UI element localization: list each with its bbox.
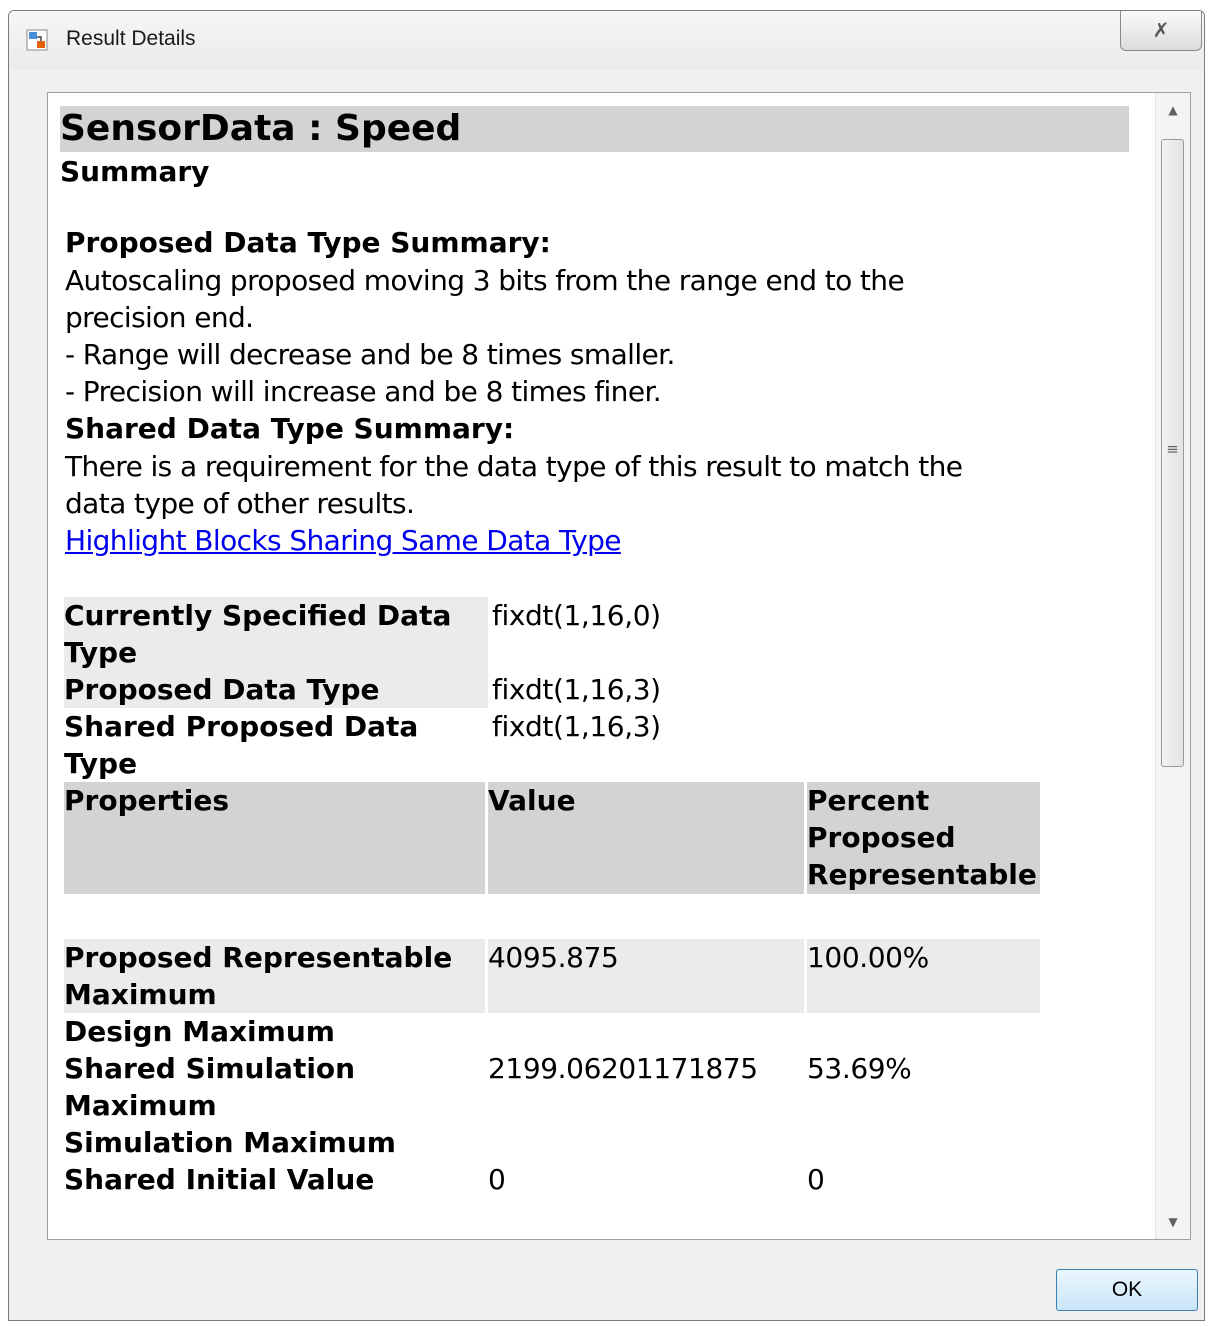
property-name: Shared Simulation Maximum (64, 1052, 356, 1122)
property-percent: 53.69% (807, 1052, 912, 1085)
ok-button[interactable]: OK (1056, 1269, 1198, 1311)
property-percent: 100.00% (807, 939, 1040, 1013)
property-name: Simulation Maximum (64, 1126, 396, 1159)
scroll-down-arrow-icon[interactable]: ▼ (1156, 1205, 1190, 1239)
type-value: fixdt(1,16,3) (492, 673, 661, 706)
property-value: 2199.06201171875 (488, 1052, 758, 1085)
property-value (488, 1124, 804, 1161)
property-value: 4095.875 (488, 939, 804, 1013)
property-name: Proposed Representable Maximum (64, 939, 485, 1013)
property-value (488, 1013, 804, 1050)
type-value: fixdt(1,16,0) (492, 599, 661, 632)
proposed-summary-title: Proposed Data Type Summary: (65, 226, 551, 259)
close-icon: ✗ (1152, 18, 1170, 42)
spacer-row (64, 894, 1040, 939)
table-row: Design Maximum (64, 1013, 1040, 1050)
table-row: Shared Initial Value 0 0 (64, 1161, 1040, 1198)
table-row: Proposed Representable Maximum 4095.875 … (64, 939, 1040, 1013)
summary-heading: Summary (60, 155, 210, 188)
property-name: Shared Initial Value (64, 1163, 375, 1196)
property-value: 0 (488, 1163, 506, 1196)
table-row: Simulation Maximum (64, 1124, 1040, 1161)
table-header-row: Properties Value Percent Proposed Repres… (64, 782, 1040, 894)
page-title: SensorData : Speed (60, 106, 1129, 152)
property-percent (807, 1124, 1040, 1161)
type-label: Shared Proposed Data Type (64, 708, 488, 782)
scroll-up-arrow-icon[interactable]: ▲ (1156, 93, 1190, 127)
type-label: Proposed Data Type (64, 671, 488, 708)
vertical-scrollbar[interactable]: ▲ ≡ ▼ (1155, 93, 1190, 1239)
property-name: Design Maximum (64, 1015, 335, 1048)
properties-table: Properties Value Percent Proposed Repres… (61, 782, 1043, 1198)
column-header: Properties (64, 782, 485, 894)
property-percent: 0 (807, 1163, 825, 1196)
scrollbar-thumb[interactable]: ≡ (1161, 139, 1184, 767)
result-details-dialog: Result Details ✗ SensorData : Speed Summ… (8, 10, 1205, 1321)
property-percent (807, 1013, 1040, 1050)
table-row: Shared Simulation Maximum 2199.062011718… (64, 1050, 1040, 1124)
data-type-table: Currently Specified Data Type fixdt(1,16… (64, 597, 661, 782)
shared-summary-title: Shared Data Type Summary: (65, 412, 515, 445)
proposed-summary-line: - Range will decrease and be 8 times sma… (65, 338, 675, 371)
close-button[interactable]: ✗ (1120, 11, 1202, 51)
proposed-summary-section: Proposed Data Type Summary: Autoscaling … (65, 224, 1140, 560)
table-row: Currently Specified Data Type fixdt(1,16… (64, 597, 661, 671)
proposed-summary-line: Autoscaling proposed moving 3 bits from … (65, 264, 905, 334)
app-icon (26, 29, 48, 51)
type-label: Currently Specified Data Type (64, 597, 488, 671)
title-bar[interactable]: Result Details ✗ (9, 11, 1204, 69)
table-row: Shared Proposed Data Type fixdt(1,16,3) (64, 708, 661, 782)
column-header: Percent Proposed Representable (807, 782, 1040, 894)
column-header: Value (488, 782, 804, 894)
details-panel: SensorData : Speed Summary Proposed Data… (47, 92, 1191, 1240)
shared-summary-text: There is a requirement for the data type… (65, 450, 963, 520)
highlight-blocks-link[interactable]: Highlight Blocks Sharing Same Data Type (65, 522, 1140, 560)
table-row: Proposed Data Type fixdt(1,16,3) (64, 671, 661, 708)
details-document: SensorData : Speed Summary Proposed Data… (60, 106, 1140, 1198)
proposed-summary-line: - Precision will increase and be 8 times… (65, 375, 662, 408)
type-value: fixdt(1,16,3) (492, 710, 661, 743)
grip-icon: ≡ (1166, 440, 1179, 458)
window-title: Result Details (66, 27, 196, 50)
